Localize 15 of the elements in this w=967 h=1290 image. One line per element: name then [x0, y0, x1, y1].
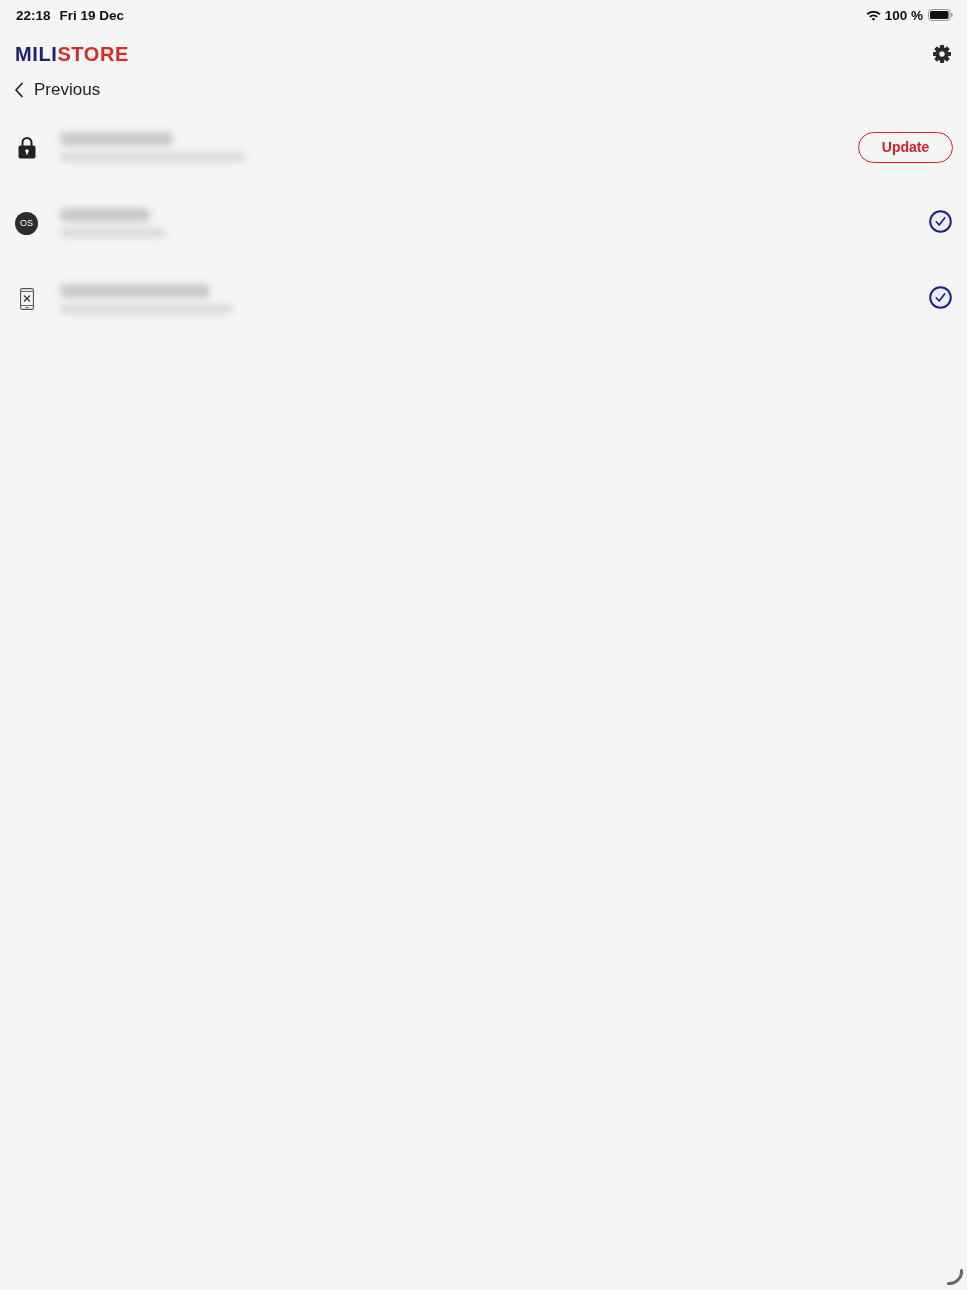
- phone-x-icon: [19, 288, 34, 310]
- check-circle-icon: [929, 285, 952, 309]
- battery-percent: 100 %: [884, 7, 923, 23]
- status-date: Fri 19 Dec: [59, 7, 125, 23]
- spinner-icon: [947, 1269, 963, 1285]
- status-time: 22:18: [16, 7, 51, 23]
- check-circle-icon: [929, 209, 952, 233]
- padlock-icon: [17, 135, 36, 159]
- back-link[interactable]: Previous: [14, 80, 101, 100]
- app-logo: MILISTORE: [15, 42, 129, 66]
- wifi-icon: [865, 9, 881, 21]
- os-badge-icon: OS: [15, 211, 38, 235]
- battery-icon: [928, 9, 953, 21]
- chevron-left-icon: [14, 82, 24, 98]
- settings-icon[interactable]: [933, 45, 951, 63]
